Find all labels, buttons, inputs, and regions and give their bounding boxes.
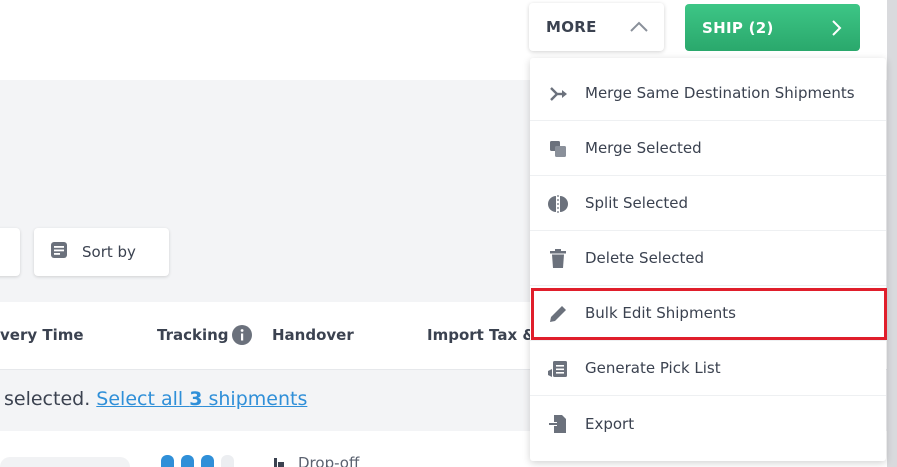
select-all-count: 3 [189,388,203,410]
chevron-up-icon [629,19,649,38]
select-all-suffix: shipments [202,388,308,410]
more-dropdown-menu: Merge Same Destination Shipments Merge S… [530,58,886,461]
menu-item-label: Export [585,414,635,433]
export-icon [546,412,570,436]
menu-item-delete-selected[interactable]: Delete Selected [530,231,886,286]
trash-icon [546,247,570,271]
tracking-step [201,455,214,467]
menu-item-split-selected[interactable]: Split Selected [530,176,886,231]
more-button-label: MORE [546,18,597,36]
scrollbar[interactable] [887,0,897,467]
menu-item-label: Split Selected [585,194,689,212]
dropoff-icon [272,455,286,467]
merge-destination-icon [546,82,570,106]
tracking-step [161,455,174,467]
pencil-icon [546,302,570,326]
selection-prefix: selected. [4,388,97,410]
ship-button[interactable]: SHIP (2) [685,4,860,51]
column-handover[interactable]: Handover [272,326,354,344]
info-icon[interactable] [232,325,252,349]
ship-button-label: SHIP (2) [702,18,774,37]
menu-item-merge-selected[interactable]: Merge Selected [530,121,886,176]
column-tracking[interactable]: Tracking [157,326,229,344]
menu-item-generate-pick-list[interactable]: Generate Pick List [530,341,886,396]
selection-text: selected. Select all 3 shipments [4,388,307,410]
menu-item-label: Generate Pick List [585,359,721,377]
handover-value: Drop-off [298,454,360,467]
menu-item-label: Merge Selected [585,139,702,157]
menu-item-export[interactable]: Export [530,396,886,451]
select-all-text: Select all [96,388,190,410]
menu-item-label: Merge Same Destination Shipments [585,84,855,102]
sort-by-button[interactable]: Sort by [34,228,169,276]
tracking-step [221,455,234,467]
tracking-step [181,455,194,467]
menu-item-label: Delete Selected [585,249,705,267]
chevron-right-icon [830,19,842,41]
menu-item-bulk-edit-shipments[interactable]: Bulk Edit Shipments [530,286,886,341]
merge-selected-icon [546,137,570,161]
row-placeholder [0,457,130,467]
column-import-tax[interactable]: Import Tax & [427,326,535,344]
pick-list-icon [546,357,570,381]
menu-item-label: Bulk Edit Shipments [585,304,736,322]
select-all-link[interactable]: Select all 3 shipments [96,388,307,410]
more-button[interactable]: MORE [529,3,664,51]
filter-button[interactable] [0,228,20,276]
sort-by-label: Sort by [82,243,136,261]
menu-item-merge-same-destination[interactable]: Merge Same Destination Shipments [530,66,886,121]
sort-icon [50,241,68,263]
split-icon [546,192,570,216]
column-delivery-time[interactable]: very Time [0,326,84,344]
